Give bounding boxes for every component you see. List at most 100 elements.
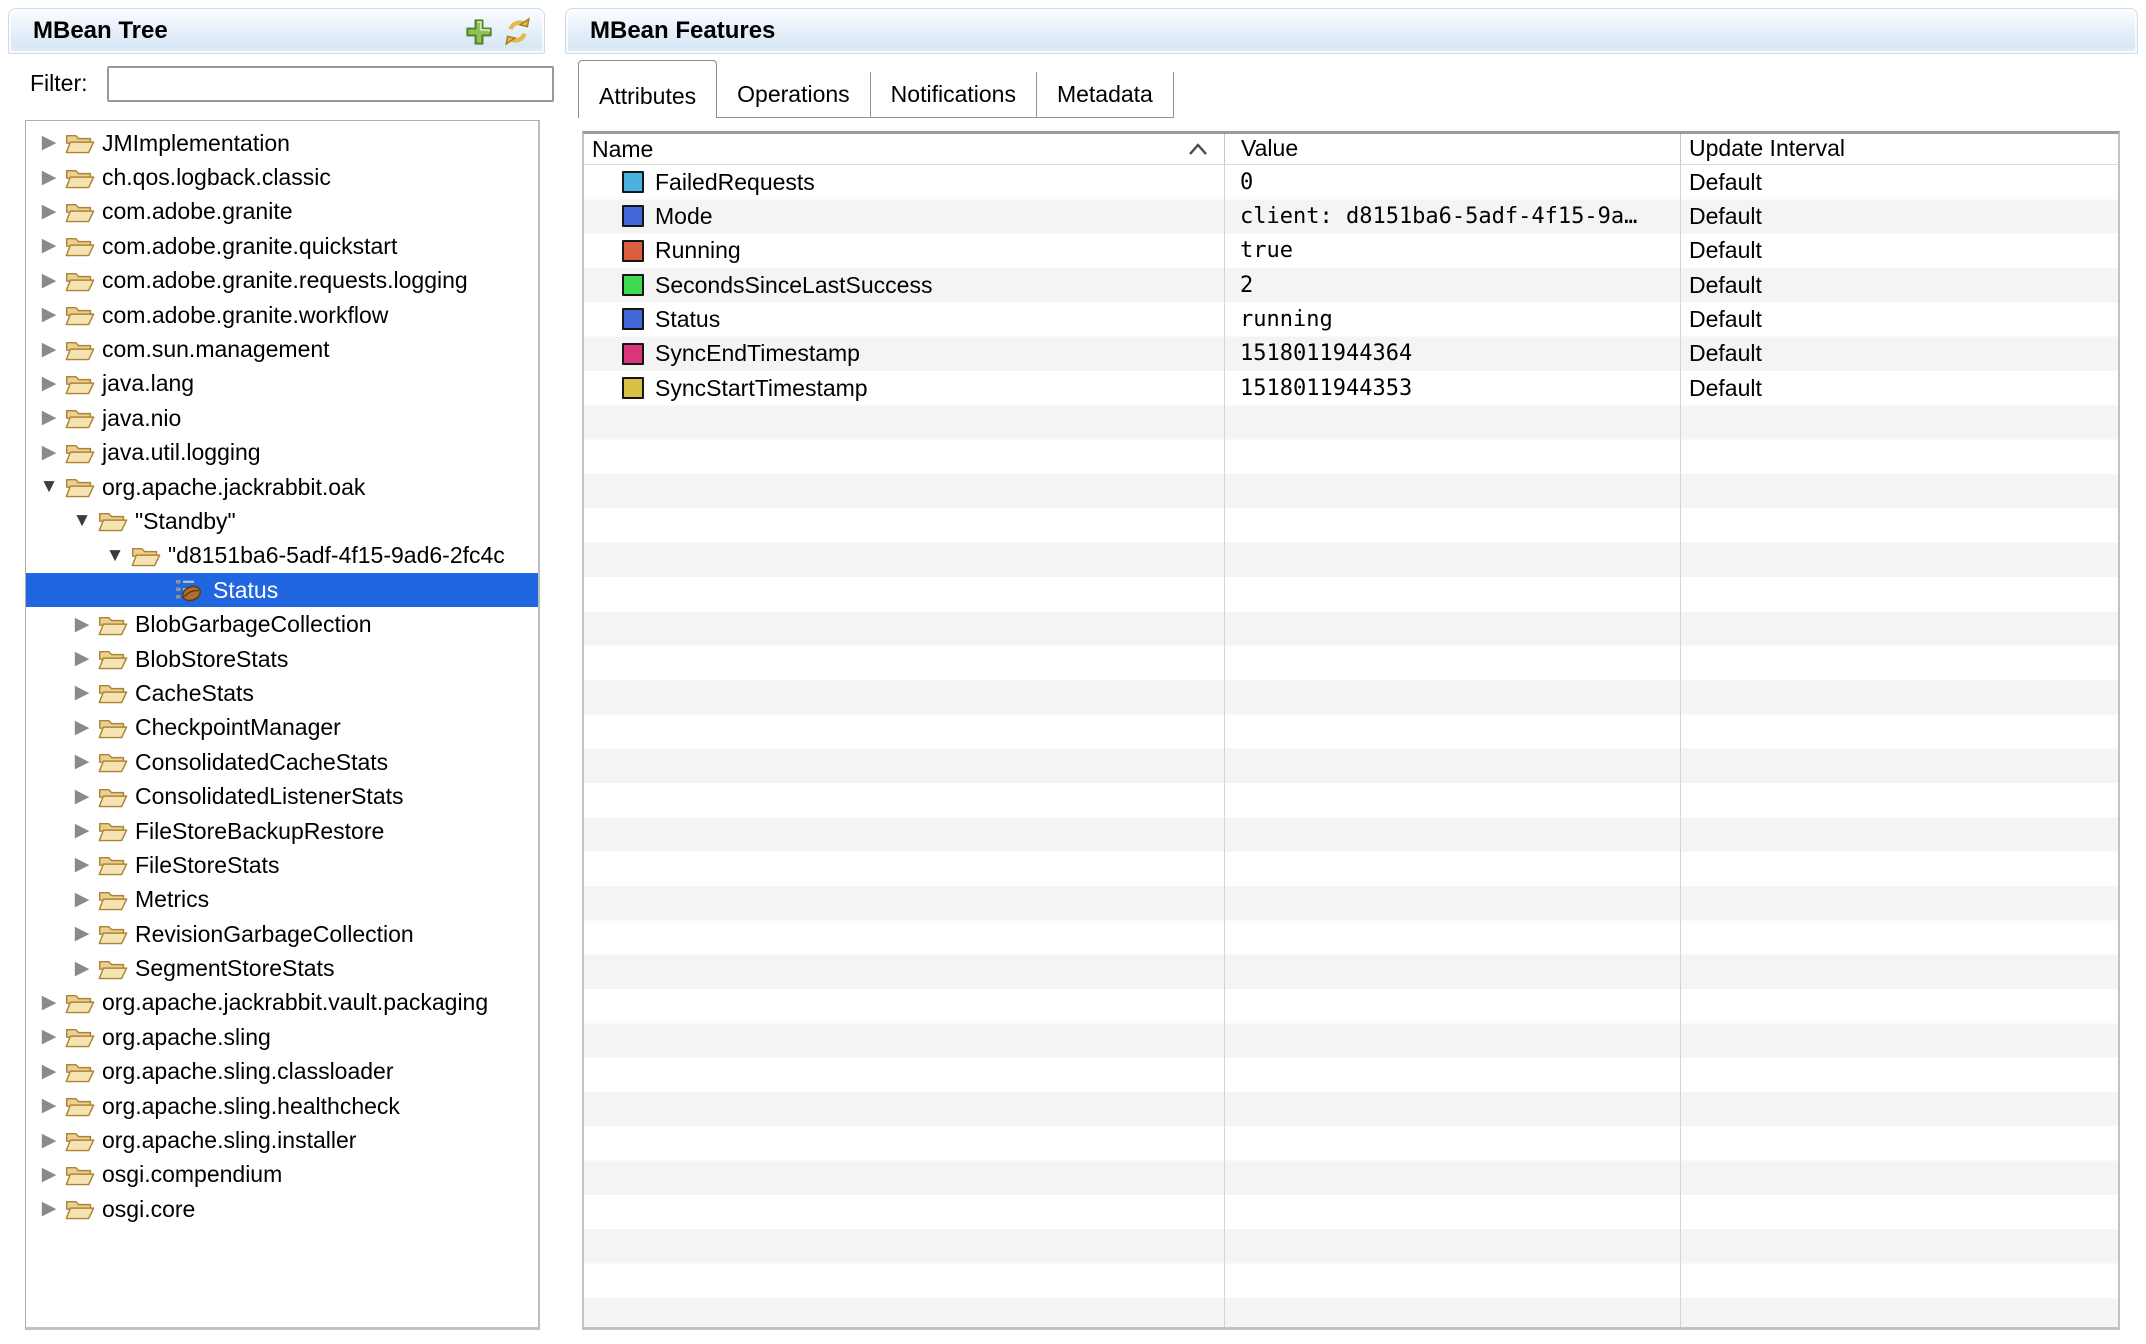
attribute-row[interactable]: Mode client: d8151ba6-5adf-4f15-9a… Defa… (584, 199, 2118, 233)
expand-arrow-icon[interactable]: ▶ (71, 608, 93, 642)
tree-item[interactable]: ▶ com.adobe.granite.quickstart (26, 229, 538, 263)
tree-item[interactable]: ▶ ch.qos.logback.classic (26, 160, 538, 194)
folder-icon (64, 1128, 95, 1154)
expand-arrow-icon[interactable]: ▶ (38, 1089, 60, 1123)
tree-item[interactable]: ▶ java.lang (26, 367, 538, 401)
attribute-type-swatch (622, 171, 644, 193)
attribute-type-swatch (622, 343, 644, 365)
attribute-row[interactable]: Running true Default (584, 234, 2118, 268)
expand-arrow-icon[interactable]: ▶ (38, 161, 60, 195)
expand-arrow-icon[interactable]: ▶ (71, 711, 93, 745)
tree-item[interactable]: ▶ osgi.compendium (26, 1158, 538, 1192)
expand-arrow-icon[interactable]: ▶ (71, 814, 93, 848)
expand-arrow-icon[interactable]: ▶ (71, 917, 93, 951)
tree-item[interactable]: ▶ com.sun.management (26, 332, 538, 366)
filter-label: Filter: (30, 64, 88, 102)
expand-arrow-icon[interactable]: ▶ (71, 642, 93, 676)
expand-arrow-icon[interactable]: ▶ (38, 986, 60, 1020)
expand-arrow-icon[interactable]: ▶ (38, 1192, 60, 1226)
tree-item[interactable]: ▶ RevisionGarbageCollection (26, 917, 538, 951)
column-header-update-interval[interactable]: Update Interval (1680, 134, 2118, 164)
column-header-name[interactable]: Name (584, 134, 1224, 164)
tree-item[interactable]: ▶ org.apache.sling (26, 1020, 538, 1054)
attribute-update-interval: Default (1680, 237, 2118, 264)
tree-item[interactable]: ▼ "d8151ba6-5adf-4f15-9ad6-2fc4c (26, 539, 538, 573)
expand-arrow-icon[interactable]: ▶ (71, 780, 93, 814)
attribute-type-swatch (622, 377, 644, 399)
expand-arrow-icon[interactable]: ▶ (71, 848, 93, 882)
expand-arrow-icon[interactable]: ▶ (71, 883, 93, 917)
expand-arrow-icon[interactable]: ▶ (38, 298, 60, 332)
tab-metadata[interactable]: Metadata (1037, 72, 1174, 118)
tree-item[interactable]: ▶ org.apache.sling.healthcheck (26, 1089, 538, 1123)
tab-notifications[interactable]: Notifications (871, 72, 1037, 118)
tree-item[interactable]: ▶ org.apache.sling.classloader (26, 1055, 538, 1089)
expand-arrow-icon[interactable]: ▶ (38, 333, 60, 367)
tree-item[interactable]: ▶ FileStoreStats (26, 848, 538, 882)
expand-arrow-icon[interactable]: ▶ (38, 1158, 60, 1192)
attribute-row[interactable]: SyncStartTimestamp 1518011944353 Default (584, 371, 2118, 405)
expand-arrow-icon[interactable]: ▶ (38, 229, 60, 263)
attribute-row[interactable]: Status running Default (584, 302, 2118, 336)
tree-item[interactable]: ▶ SegmentStoreStats (26, 951, 538, 985)
mbean-icon (175, 577, 206, 604)
expand-arrow-icon[interactable]: ▶ (38, 401, 60, 435)
expand-arrow-icon[interactable]: ▶ (71, 676, 93, 710)
collapse-arrow-icon[interactable]: ▼ (38, 470, 60, 504)
tree-item[interactable]: ▼ "Standby" (26, 504, 538, 538)
collapse-arrow-icon[interactable]: ▼ (104, 539, 126, 573)
attribute-value: 1518011944353 (1224, 376, 1680, 401)
attribute-row[interactable]: SecondsSinceLastSuccess 2 Default (584, 268, 2118, 302)
expand-arrow-icon[interactable]: ▶ (38, 195, 60, 229)
expand-arrow-icon[interactable]: ▶ (38, 367, 60, 401)
attribute-type-swatch (622, 205, 644, 227)
tree-item[interactable]: ▶ com.adobe.granite (26, 195, 538, 229)
tree-item[interactable]: ▶ ConsolidatedCacheStats (26, 745, 538, 779)
tree-item[interactable]: ▶ BlobStoreStats (26, 642, 538, 676)
expand-arrow-icon[interactable]: ▶ (38, 1055, 60, 1089)
attribute-name: Running (655, 237, 741, 264)
expand-arrow-icon[interactable]: ▶ (38, 1124, 60, 1158)
folder-icon (97, 818, 128, 844)
expand-arrow-icon[interactable]: ▶ (38, 264, 60, 298)
tree-item[interactable]: ▼ org.apache.jackrabbit.oak (26, 470, 538, 504)
expand-arrow-icon[interactable]: ▶ (38, 436, 60, 470)
folder-icon (64, 233, 95, 259)
tree-item[interactable]: ▶ org.apache.jackrabbit.vault.packaging (26, 986, 538, 1020)
tree-item[interactable]: Status (26, 573, 538, 607)
tree-item[interactable]: ▶ com.adobe.granite.workflow (26, 298, 538, 332)
tree-item[interactable]: ▶ Metrics (26, 883, 538, 917)
filter-input[interactable] (107, 66, 554, 102)
tab-operations[interactable]: Operations (717, 72, 871, 118)
tree-item[interactable]: ▶ com.adobe.granite.requests.logging (26, 264, 538, 298)
tree-item[interactable]: ▶ FileStoreBackupRestore (26, 814, 538, 848)
attributes-table-header: Name Value Update Interval (584, 134, 2118, 165)
tree-item[interactable]: ▶ BlobGarbageCollection (26, 607, 538, 641)
expand-arrow-icon[interactable]: ▶ (71, 952, 93, 986)
tree-item[interactable]: ▶ JMImplementation (26, 126, 538, 160)
folder-icon (97, 921, 128, 947)
attribute-name-cell: Status (584, 306, 1224, 333)
folder-icon (64, 268, 95, 294)
attribute-name-cell: Mode (584, 203, 1224, 230)
refresh-icon[interactable] (501, 16, 534, 47)
mbean-tree-header: MBean Tree (8, 8, 545, 54)
tree-item[interactable]: ▶ ConsolidatedListenerStats (26, 779, 538, 813)
tree-item[interactable]: ▶ osgi.core (26, 1192, 538, 1226)
tab-attributes[interactable]: Attributes (578, 60, 717, 118)
tree-item[interactable]: ▶ org.apache.sling.installer (26, 1123, 538, 1157)
add-mbean-icon[interactable] (464, 17, 494, 47)
expand-arrow-icon[interactable]: ▶ (38, 1020, 60, 1054)
folder-icon (97, 680, 128, 706)
attribute-name: Status (655, 306, 720, 333)
tree-item[interactable]: ▶ CacheStats (26, 676, 538, 710)
column-header-value[interactable]: Value (1224, 134, 1680, 164)
collapse-arrow-icon[interactable]: ▼ (71, 504, 93, 538)
expand-arrow-icon[interactable]: ▶ (38, 126, 60, 160)
expand-arrow-icon[interactable]: ▶ (71, 745, 93, 779)
tree-item[interactable]: ▶ java.util.logging (26, 436, 538, 470)
attribute-row[interactable]: SyncEndTimestamp 1518011944364 Default (584, 337, 2118, 371)
tree-item[interactable]: ▶ java.nio (26, 401, 538, 435)
attribute-row[interactable]: FailedRequests 0 Default (584, 165, 2118, 199)
tree-item[interactable]: ▶ CheckpointManager (26, 711, 538, 745)
